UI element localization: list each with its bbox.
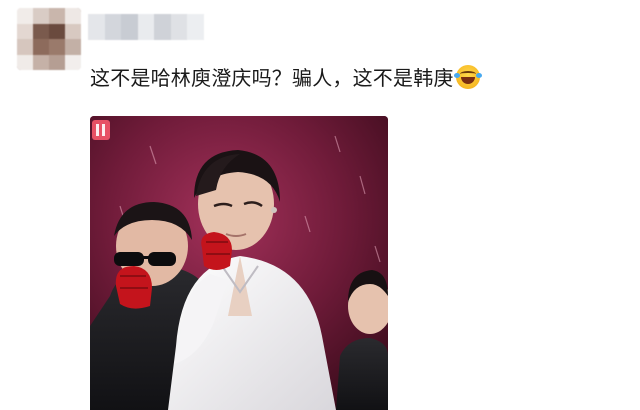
comment-post: 这不是哈林庾澄庆吗？骗人，这不是韩庚 [0, 0, 640, 410]
user-avatar-blurred[interactable] [17, 8, 81, 70]
comment-text: 这不是哈林庾澄庆吗？骗人，这不是韩庚 [90, 61, 482, 95]
concert-photo-illustration [90, 116, 388, 410]
laughing-with-tears-icon [453, 65, 482, 89]
attached-photo[interactable] [90, 116, 388, 410]
username-blurred[interactable] [88, 14, 204, 40]
avatar-mosaic [17, 8, 81, 70]
comment-body: 这不是哈林庾澄庆吗？骗人，这不是韩庚 [90, 66, 454, 90]
